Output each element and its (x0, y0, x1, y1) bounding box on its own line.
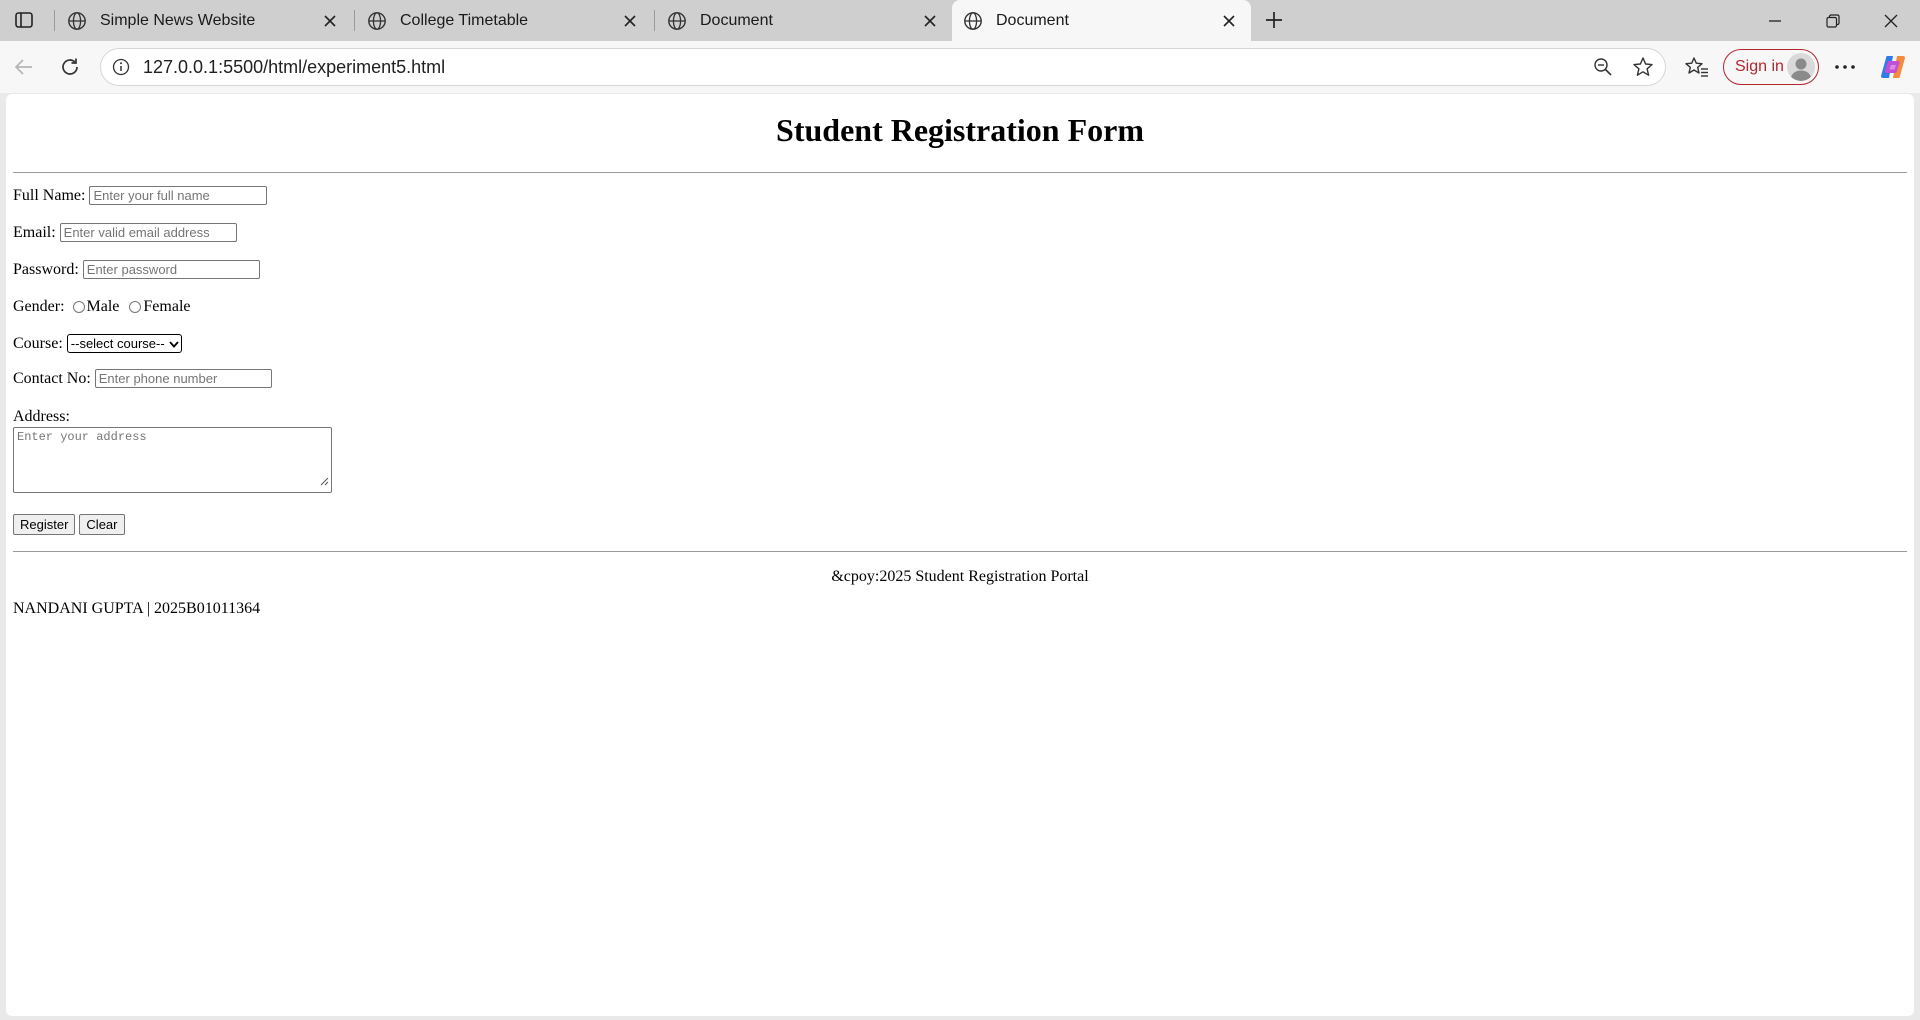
minimize-icon[interactable] (1747, 0, 1803, 41)
tab-college-timetable[interactable]: College Timetable (356, 0, 652, 41)
globe-icon (962, 10, 984, 32)
footer-credit: NANDANI GUPTA | 2025B01011364 (13, 600, 261, 617)
password-input[interactable] (82, 260, 260, 279)
globe-icon (366, 10, 388, 32)
tab-title: College Timetable (400, 11, 529, 29)
course-row: Course: --select course-- (13, 334, 182, 353)
url-text[interactable]: 127.0.0.1:5500/html/experiment5.html (143, 49, 445, 85)
contact-input[interactable] (94, 369, 272, 388)
sign-in-button[interactable]: Sign in (1723, 49, 1819, 85)
sign-in-label: Sign in (1735, 58, 1784, 75)
page-title: Student Registration Form (776, 112, 1144, 148)
female-label: Female (143, 298, 191, 315)
course-label: Course: (13, 334, 63, 352)
contact-row: Contact No: (13, 369, 272, 388)
close-window-icon[interactable] (1863, 0, 1919, 41)
tab-title: Document (996, 11, 1069, 29)
footer-copyright: &cpoy:2025 Student Registration Portal (831, 568, 1089, 585)
female-radio[interactable] (129, 301, 142, 313)
restore-icon[interactable] (1805, 0, 1861, 41)
address-row: Address: (13, 408, 74, 426)
male-radio[interactable] (72, 301, 85, 313)
full-name-row: Full Name: (13, 186, 268, 205)
full-name-input[interactable] (89, 186, 268, 205)
avatar-icon (1787, 53, 1815, 81)
password-label: Password: (13, 260, 79, 278)
divider (13, 551, 1907, 552)
email-input[interactable] (59, 223, 237, 242)
divider (13, 172, 1907, 173)
tab-strip: Simple News Website College Timetable Do… (0, 0, 1920, 41)
site-info-icon[interactable] (111, 57, 131, 77)
globe-icon (666, 10, 688, 32)
browser-toolbar: 127.0.0.1:5500/html/experiment5.html Sig… (0, 41, 1920, 93)
tab-actions-icon[interactable] (10, 8, 38, 32)
globe-icon (66, 10, 88, 32)
email-row: Email: (13, 223, 237, 242)
male-label: Male (86, 298, 120, 315)
register-button[interactable]: Register (13, 514, 76, 535)
email-label: Email: (13, 223, 56, 241)
tab-title: Simple News Website (100, 11, 256, 29)
course-select[interactable]: --select course-- (66, 334, 182, 353)
tab-document-active[interactable]: Document (952, 0, 1251, 41)
close-tab-icon[interactable] (320, 11, 340, 31)
copilot-icon[interactable] (1877, 51, 1909, 83)
favorites-icon[interactable] (1681, 51, 1713, 83)
address-label: Address: (13, 408, 70, 425)
contact-label: Contact No: (13, 369, 91, 387)
clear-button[interactable]: Clear (79, 514, 125, 535)
tab-simple-news[interactable]: Simple News Website (56, 0, 352, 41)
refresh-icon[interactable] (54, 51, 86, 83)
action-row: Register Clear (13, 514, 129, 535)
resize-handle-icon[interactable] (320, 476, 329, 490)
close-tab-icon[interactable] (620, 11, 640, 31)
address-placeholder: Enter your address (17, 430, 147, 444)
tab-document[interactable]: Document (656, 0, 952, 41)
course-selected-value: --select course-- (70, 336, 165, 351)
favorite-star-icon[interactable] (1631, 55, 1655, 79)
address-textarea[interactable]: Enter your address (13, 427, 332, 493)
tab-title: Document (700, 11, 773, 29)
back-arrow-icon[interactable] (8, 51, 40, 83)
chevron-down-icon (169, 336, 179, 351)
tab-separator (54, 10, 55, 31)
tab-separator (354, 10, 355, 31)
full-name-label: Full Name: (13, 186, 86, 204)
new-tab-icon[interactable] (1260, 8, 1288, 32)
password-row: Password: (13, 260, 260, 279)
close-tab-icon[interactable] (920, 11, 940, 31)
more-options-icon[interactable] (1829, 51, 1861, 83)
close-tab-icon[interactable] (1219, 11, 1239, 31)
address-bar[interactable]: 127.0.0.1:5500/html/experiment5.html (100, 48, 1666, 86)
gender-row: Gender: Male Female (13, 298, 191, 316)
zoom-out-icon[interactable] (1591, 55, 1615, 79)
tab-separator (654, 10, 655, 31)
gender-label: Gender: (13, 298, 65, 315)
page-viewport: Student Registration Form Full Name: Ema… (6, 94, 1914, 1016)
